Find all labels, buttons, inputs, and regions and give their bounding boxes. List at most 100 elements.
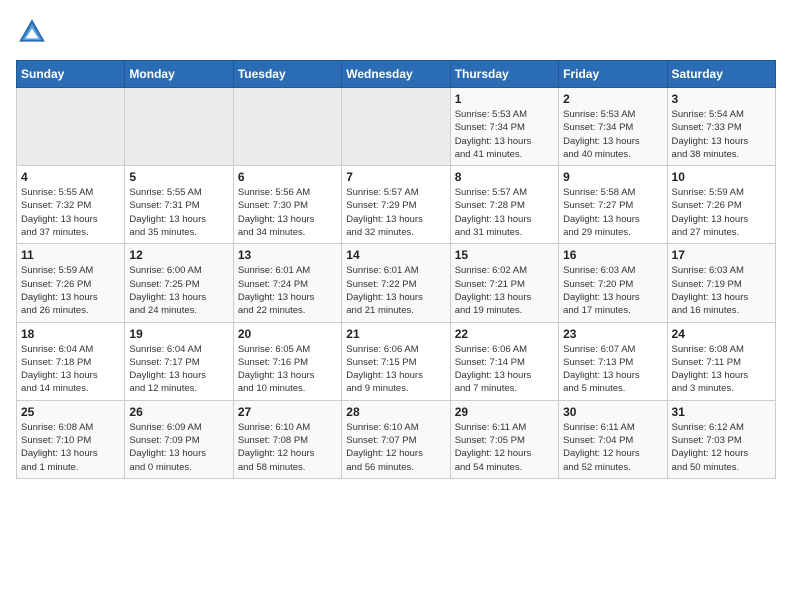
day-info: Sunrise: 6:00 AM Sunset: 7:25 PM Dayligh… bbox=[129, 264, 228, 317]
day-cell bbox=[125, 88, 233, 166]
day-info: Sunrise: 5:55 AM Sunset: 7:32 PM Dayligh… bbox=[21, 186, 120, 239]
day-cell: 25 Sunrise: 6:08 AM Sunset: 7:10 PM Dayli… bbox=[17, 400, 125, 478]
header-row: SundayMondayTuesdayWednesdayThursdayFrid… bbox=[17, 61, 776, 88]
day-number: 9 bbox=[563, 170, 662, 184]
day-number: 29 bbox=[455, 405, 554, 419]
day-cell: 18 Sunrise: 6:04 AM Sunset: 7:18 PM Dayli… bbox=[17, 322, 125, 400]
day-cell: 13 Sunrise: 6:01 AM Sunset: 7:24 PM Dayli… bbox=[233, 244, 341, 322]
day-cell: 14Sunrise: 6:01 AM Sunset: 7:22 PM Dayli… bbox=[342, 244, 450, 322]
day-number: 2 bbox=[563, 92, 662, 106]
day-number: 15 bbox=[455, 248, 554, 262]
day-number: 6 bbox=[238, 170, 337, 184]
day-number: 22 bbox=[455, 327, 554, 341]
day-cell: 20 Sunrise: 6:05 AM Sunset: 7:16 PM Dayli… bbox=[233, 322, 341, 400]
calendar-body: 1 Sunrise: 5:53 AM Sunset: 7:34 PM Daylig… bbox=[17, 88, 776, 479]
day-info: Sunrise: 6:06 AM Sunset: 7:14 PM Dayligh… bbox=[455, 343, 554, 396]
day-number: 19 bbox=[129, 327, 228, 341]
header-cell-saturday: Saturday bbox=[667, 61, 775, 88]
calendar-table: SundayMondayTuesdayWednesdayThursdayFrid… bbox=[16, 60, 776, 479]
logo-icon bbox=[16, 16, 48, 48]
day-number: 5 bbox=[129, 170, 228, 184]
header-cell-friday: Friday bbox=[559, 61, 667, 88]
day-cell: 1 Sunrise: 5:53 AM Sunset: 7:34 PM Daylig… bbox=[450, 88, 558, 166]
day-cell: 5 Sunrise: 5:55 AM Sunset: 7:31 PM Daylig… bbox=[125, 166, 233, 244]
day-cell: 16Sunrise: 6:03 AM Sunset: 7:20 PM Dayli… bbox=[559, 244, 667, 322]
day-info: Sunrise: 6:11 AM Sunset: 7:05 PM Dayligh… bbox=[455, 421, 554, 474]
day-cell: 31Sunrise: 6:12 AM Sunset: 7:03 PM Dayli… bbox=[667, 400, 775, 478]
header-cell-monday: Monday bbox=[125, 61, 233, 88]
day-number: 28 bbox=[346, 405, 445, 419]
day-cell: 10Sunrise: 5:59 AM Sunset: 7:26 PM Dayli… bbox=[667, 166, 775, 244]
day-info: Sunrise: 6:09 AM Sunset: 7:09 PM Dayligh… bbox=[129, 421, 228, 474]
day-info: Sunrise: 6:03 AM Sunset: 7:20 PM Dayligh… bbox=[563, 264, 662, 317]
day-info: Sunrise: 6:08 AM Sunset: 7:10 PM Dayligh… bbox=[21, 421, 120, 474]
week-row-5: 25 Sunrise: 6:08 AM Sunset: 7:10 PM Dayli… bbox=[17, 400, 776, 478]
day-info: Sunrise: 5:53 AM Sunset: 7:34 PM Dayligh… bbox=[455, 108, 554, 161]
logo bbox=[16, 16, 52, 48]
day-number: 1 bbox=[455, 92, 554, 106]
day-info: Sunrise: 5:53 AM Sunset: 7:34 PM Dayligh… bbox=[563, 108, 662, 161]
day-number: 13 bbox=[238, 248, 337, 262]
day-cell: 11Sunrise: 5:59 AM Sunset: 7:26 PM Dayli… bbox=[17, 244, 125, 322]
day-number: 18 bbox=[21, 327, 120, 341]
day-number: 7 bbox=[346, 170, 445, 184]
day-cell: 27Sunrise: 6:10 AM Sunset: 7:08 PM Dayli… bbox=[233, 400, 341, 478]
day-cell: 9 Sunrise: 5:58 AM Sunset: 7:27 PM Daylig… bbox=[559, 166, 667, 244]
day-number: 11 bbox=[21, 248, 120, 262]
day-number: 27 bbox=[238, 405, 337, 419]
day-cell: 17 Sunrise: 6:03 AM Sunset: 7:19 PM Dayli… bbox=[667, 244, 775, 322]
day-info: Sunrise: 5:57 AM Sunset: 7:29 PM Dayligh… bbox=[346, 186, 445, 239]
day-cell bbox=[233, 88, 341, 166]
day-number: 20 bbox=[238, 327, 337, 341]
page-header bbox=[16, 16, 776, 48]
day-info: Sunrise: 6:11 AM Sunset: 7:04 PM Dayligh… bbox=[563, 421, 662, 474]
day-info: Sunrise: 6:06 AM Sunset: 7:15 PM Dayligh… bbox=[346, 343, 445, 396]
day-info: Sunrise: 6:01 AM Sunset: 7:24 PM Dayligh… bbox=[238, 264, 337, 317]
day-cell: 23 Sunrise: 6:07 AM Sunset: 7:13 PM Dayli… bbox=[559, 322, 667, 400]
header-cell-thursday: Thursday bbox=[450, 61, 558, 88]
day-info: Sunrise: 6:07 AM Sunset: 7:13 PM Dayligh… bbox=[563, 343, 662, 396]
day-cell: 29 Sunrise: 6:11 AM Sunset: 7:05 PM Dayli… bbox=[450, 400, 558, 478]
header-cell-wednesday: Wednesday bbox=[342, 61, 450, 88]
day-cell: 7 Sunrise: 5:57 AM Sunset: 7:29 PM Daylig… bbox=[342, 166, 450, 244]
day-number: 8 bbox=[455, 170, 554, 184]
week-row-2: 4 Sunrise: 5:55 AM Sunset: 7:32 PM Daylig… bbox=[17, 166, 776, 244]
day-number: 24 bbox=[672, 327, 771, 341]
day-cell bbox=[342, 88, 450, 166]
day-info: Sunrise: 5:58 AM Sunset: 7:27 PM Dayligh… bbox=[563, 186, 662, 239]
day-cell: 26 Sunrise: 6:09 AM Sunset: 7:09 PM Dayli… bbox=[125, 400, 233, 478]
day-info: Sunrise: 5:56 AM Sunset: 7:30 PM Dayligh… bbox=[238, 186, 337, 239]
day-cell bbox=[17, 88, 125, 166]
day-number: 30 bbox=[563, 405, 662, 419]
day-cell: 6 Sunrise: 5:56 AM Sunset: 7:30 PM Daylig… bbox=[233, 166, 341, 244]
header-cell-tuesday: Tuesday bbox=[233, 61, 341, 88]
day-info: Sunrise: 6:03 AM Sunset: 7:19 PM Dayligh… bbox=[672, 264, 771, 317]
calendar-header: SundayMondayTuesdayWednesdayThursdayFrid… bbox=[17, 61, 776, 88]
day-cell: 15 Sunrise: 6:02 AM Sunset: 7:21 PM Dayli… bbox=[450, 244, 558, 322]
day-info: Sunrise: 6:01 AM Sunset: 7:22 PM Dayligh… bbox=[346, 264, 445, 317]
day-info: Sunrise: 5:57 AM Sunset: 7:28 PM Dayligh… bbox=[455, 186, 554, 239]
day-info: Sunrise: 6:05 AM Sunset: 7:16 PM Dayligh… bbox=[238, 343, 337, 396]
day-info: Sunrise: 6:12 AM Sunset: 7:03 PM Dayligh… bbox=[672, 421, 771, 474]
day-number: 12 bbox=[129, 248, 228, 262]
day-number: 4 bbox=[21, 170, 120, 184]
day-number: 17 bbox=[672, 248, 771, 262]
week-row-1: 1 Sunrise: 5:53 AM Sunset: 7:34 PM Daylig… bbox=[17, 88, 776, 166]
day-info: Sunrise: 5:55 AM Sunset: 7:31 PM Dayligh… bbox=[129, 186, 228, 239]
week-row-3: 11Sunrise: 5:59 AM Sunset: 7:26 PM Dayli… bbox=[17, 244, 776, 322]
day-info: Sunrise: 6:10 AM Sunset: 7:07 PM Dayligh… bbox=[346, 421, 445, 474]
day-info: Sunrise: 6:08 AM Sunset: 7:11 PM Dayligh… bbox=[672, 343, 771, 396]
day-info: Sunrise: 6:04 AM Sunset: 7:17 PM Dayligh… bbox=[129, 343, 228, 396]
day-info: Sunrise: 5:59 AM Sunset: 7:26 PM Dayligh… bbox=[672, 186, 771, 239]
day-info: Sunrise: 6:02 AM Sunset: 7:21 PM Dayligh… bbox=[455, 264, 554, 317]
day-cell: 24 Sunrise: 6:08 AM Sunset: 7:11 PM Dayli… bbox=[667, 322, 775, 400]
day-cell: 21Sunrise: 6:06 AM Sunset: 7:15 PM Dayli… bbox=[342, 322, 450, 400]
day-number: 23 bbox=[563, 327, 662, 341]
day-number: 25 bbox=[21, 405, 120, 419]
day-cell: 8 Sunrise: 5:57 AM Sunset: 7:28 PM Daylig… bbox=[450, 166, 558, 244]
header-cell-sunday: Sunday bbox=[17, 61, 125, 88]
day-cell: 30 Sunrise: 6:11 AM Sunset: 7:04 PM Dayli… bbox=[559, 400, 667, 478]
day-info: Sunrise: 6:04 AM Sunset: 7:18 PM Dayligh… bbox=[21, 343, 120, 396]
day-number: 26 bbox=[129, 405, 228, 419]
day-info: Sunrise: 5:54 AM Sunset: 7:33 PM Dayligh… bbox=[672, 108, 771, 161]
